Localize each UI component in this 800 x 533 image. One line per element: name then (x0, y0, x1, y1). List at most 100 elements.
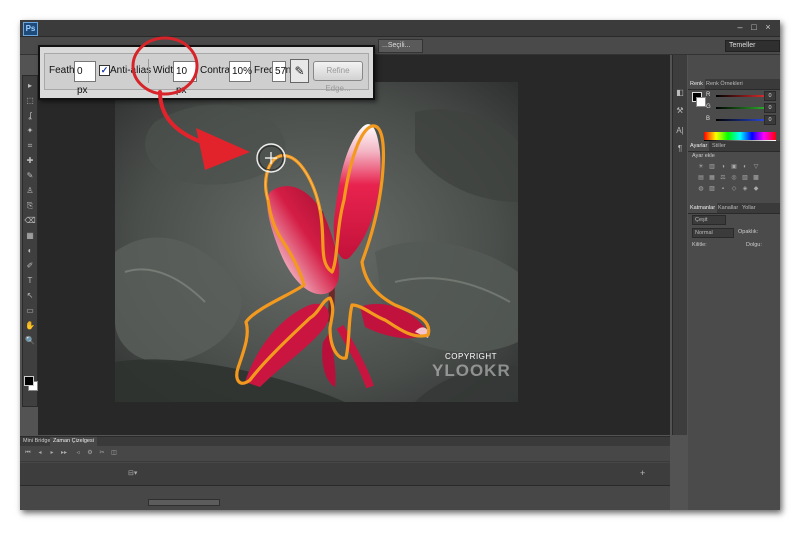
history-brush-tool-icon[interactable]: ⌫ (24, 215, 36, 226)
adjustment-icon-8[interactable]: ⚖ (720, 175, 726, 181)
tab-mini-bridge[interactable]: Mini Bridge (20, 437, 54, 446)
frequency-input[interactable]: 57 (272, 61, 286, 82)
tools-icon[interactable]: ⚒ (674, 105, 686, 117)
blue-label: B (706, 116, 711, 122)
adjustment-icon-3[interactable]: ▣ (731, 164, 737, 170)
adjustment-icon-1[interactable]: ▥ (709, 164, 715, 170)
panel-icon-strip: ◧ ⚒ A| ¶ (672, 55, 687, 435)
first-frame-icon[interactable]: ⏮ (24, 449, 32, 457)
width-input[interactable]: 10 px (173, 61, 197, 96)
adjustments-panel-tabs: Ayarlar Stiller (688, 141, 780, 152)
pen-pressure-icon[interactable]: ✎ (290, 59, 309, 83)
eraser-tool-icon[interactable]: ▦ (24, 230, 36, 241)
opacity-label: Opaklık: (738, 229, 759, 235)
color-panel-tabs: Renk Renk Örnekleri (688, 79, 780, 90)
next-frame-icon[interactable]: ▸▸ (60, 449, 68, 457)
green-slider-row[interactable]: G 0 (706, 103, 776, 113)
refine-edge-button[interactable]: Refine Edge... (313, 61, 363, 93)
transition-icon[interactable]: ◫ (110, 449, 118, 457)
adjustment-icon-12[interactable]: ◍ (698, 186, 704, 192)
feather-input[interactable]: 0 px (74, 61, 96, 96)
eyedropper-tool-icon[interactable]: ✚ (24, 155, 36, 166)
blue-slider-row[interactable]: B 0 (706, 115, 776, 125)
tab-swatches[interactable]: Renk Örnekleri (704, 79, 745, 89)
adjustment-icon-13[interactable]: ▨ (709, 186, 715, 192)
tab-paths[interactable]: Yollar (740, 203, 758, 213)
anti-alias-checkbox[interactable]: ✓ (99, 65, 110, 76)
canvas-area[interactable]: COPYRIGHT YLOOKR (38, 55, 670, 435)
blue-value[interactable]: 0 (764, 115, 776, 125)
path-select-tool-icon[interactable]: ✋ (24, 320, 36, 331)
adjustments-title: Ayar ekle (692, 153, 715, 159)
tab-layers[interactable]: Katmanlar (688, 203, 718, 213)
move-tool-icon[interactable]: ▸ (24, 80, 36, 91)
adjustment-icon-0[interactable]: ☀ (698, 164, 704, 170)
workspace-select[interactable]: Temeller (725, 40, 780, 52)
character-icon[interactable]: A| (674, 125, 686, 137)
red-value[interactable]: 0 (764, 91, 776, 101)
timeline-controls: ⏮ ◂ ▸ ▸▸ ◃ ⚙ ✂ ◫ (20, 447, 670, 462)
adjustment-icon-14[interactable]: ▪ (720, 186, 726, 192)
callout-options-row: Feather: 0 px ✓ Anti-alias Width: 10 px … (44, 53, 369, 96)
lasso-tool-icon[interactable]: ʆ (24, 110, 36, 121)
dodge-tool-icon[interactable]: T (24, 275, 36, 286)
adjustment-icon-9[interactable]: ◎ (731, 175, 737, 181)
green-label: G (706, 104, 711, 110)
adjustment-icon-17[interactable]: ◆ (753, 186, 759, 192)
green-value[interactable]: 0 (764, 103, 776, 113)
adjustment-icon-11[interactable]: ▩ (753, 175, 759, 181)
contrast-input[interactable]: 10% (229, 61, 252, 82)
adjustment-icon-4[interactable]: ◐ (742, 164, 748, 170)
add-media-button[interactable]: + (640, 468, 645, 478)
timeline-track[interactable]: ⊟▾ + (20, 463, 670, 486)
split-icon[interactable]: ✂ (98, 449, 106, 457)
type-tool-icon[interactable]: ▭ (24, 305, 36, 316)
options-bar-zoom-callout: Feather: 0 px ✓ Anti-alias Width: 10 px … (38, 45, 375, 100)
tab-color[interactable]: Renk (688, 79, 705, 89)
shape-tool-icon[interactable]: 🔍 (24, 335, 36, 346)
red-slider-row[interactable]: R 0 (706, 91, 776, 101)
timeline-tabs: Mini Bridge Zaman Çizelgesi (20, 437, 670, 446)
lock-label: Kilitle: (692, 242, 707, 248)
foreground-color-icon[interactable] (24, 376, 34, 386)
brush-tool-icon[interactable]: ♙ (24, 185, 36, 196)
settings-icon[interactable]: ⚙ (86, 449, 94, 457)
blur-tool-icon[interactable]: ✐ (24, 260, 36, 271)
maximize-button[interactable]: □ (748, 22, 760, 33)
adjustment-icon-15[interactable]: ◇ (731, 186, 737, 192)
red-label: R (706, 92, 711, 98)
pen-tool-icon[interactable]: ↖ (24, 290, 36, 301)
blend-mode-select[interactable]: Normal (692, 228, 734, 238)
gradient-tool-icon[interactable]: ◐ (24, 245, 36, 256)
quick-select-tool-icon[interactable]: ✦ (24, 125, 36, 136)
color-spectrum[interactable] (704, 132, 776, 140)
healing-tool-icon[interactable]: ✎ (24, 170, 36, 181)
history-icon[interactable]: ◧ (674, 87, 686, 99)
close-button[interactable]: × (762, 22, 774, 33)
tab-channels[interactable]: Kanallar (716, 203, 740, 213)
adjustment-icon-2[interactable]: ◑ (720, 164, 726, 170)
tab-timeline[interactable]: Zaman Çizelgesi (50, 437, 97, 446)
track-menu-icon[interactable]: ⊟▾ (128, 469, 137, 477)
audio-icon[interactable]: ◃ (74, 449, 82, 457)
tab-adjustments[interactable]: Ayarlar (688, 141, 710, 151)
paragraph-icon[interactable]: ¶ (674, 143, 686, 155)
document-tab[interactable]: ...Seçili... (378, 39, 423, 53)
crop-tool-icon[interactable]: ⌗ (24, 140, 36, 151)
photo-cyclamen[interactable]: COPYRIGHT YLOOKR (115, 82, 518, 402)
tab-styles[interactable]: Stiller (710, 141, 728, 151)
marquee-tool-icon[interactable]: ⬚ (24, 95, 36, 106)
adjustment-icon-5[interactable]: ▽ (753, 164, 759, 170)
adjustment-icon-6[interactable]: ▤ (698, 175, 704, 181)
fill-label: Dolgu: (746, 242, 762, 248)
background-color-swatch[interactable] (696, 97, 706, 107)
layer-filter-select[interactable]: Çeşit (692, 215, 726, 225)
clone-stamp-tool-icon[interactable]: ⎘ (24, 200, 36, 211)
adjustment-icon-16[interactable]: ◈ (742, 186, 748, 192)
play-icon[interactable]: ▸ (48, 449, 56, 457)
adjustment-icon-10[interactable]: ▧ (742, 175, 748, 181)
timeline-scrollbar[interactable] (148, 499, 220, 506)
prev-frame-icon[interactable]: ◂ (36, 449, 44, 457)
adjustment-icon-7[interactable]: ▦ (709, 175, 715, 181)
minimize-button[interactable]: – (734, 22, 746, 33)
